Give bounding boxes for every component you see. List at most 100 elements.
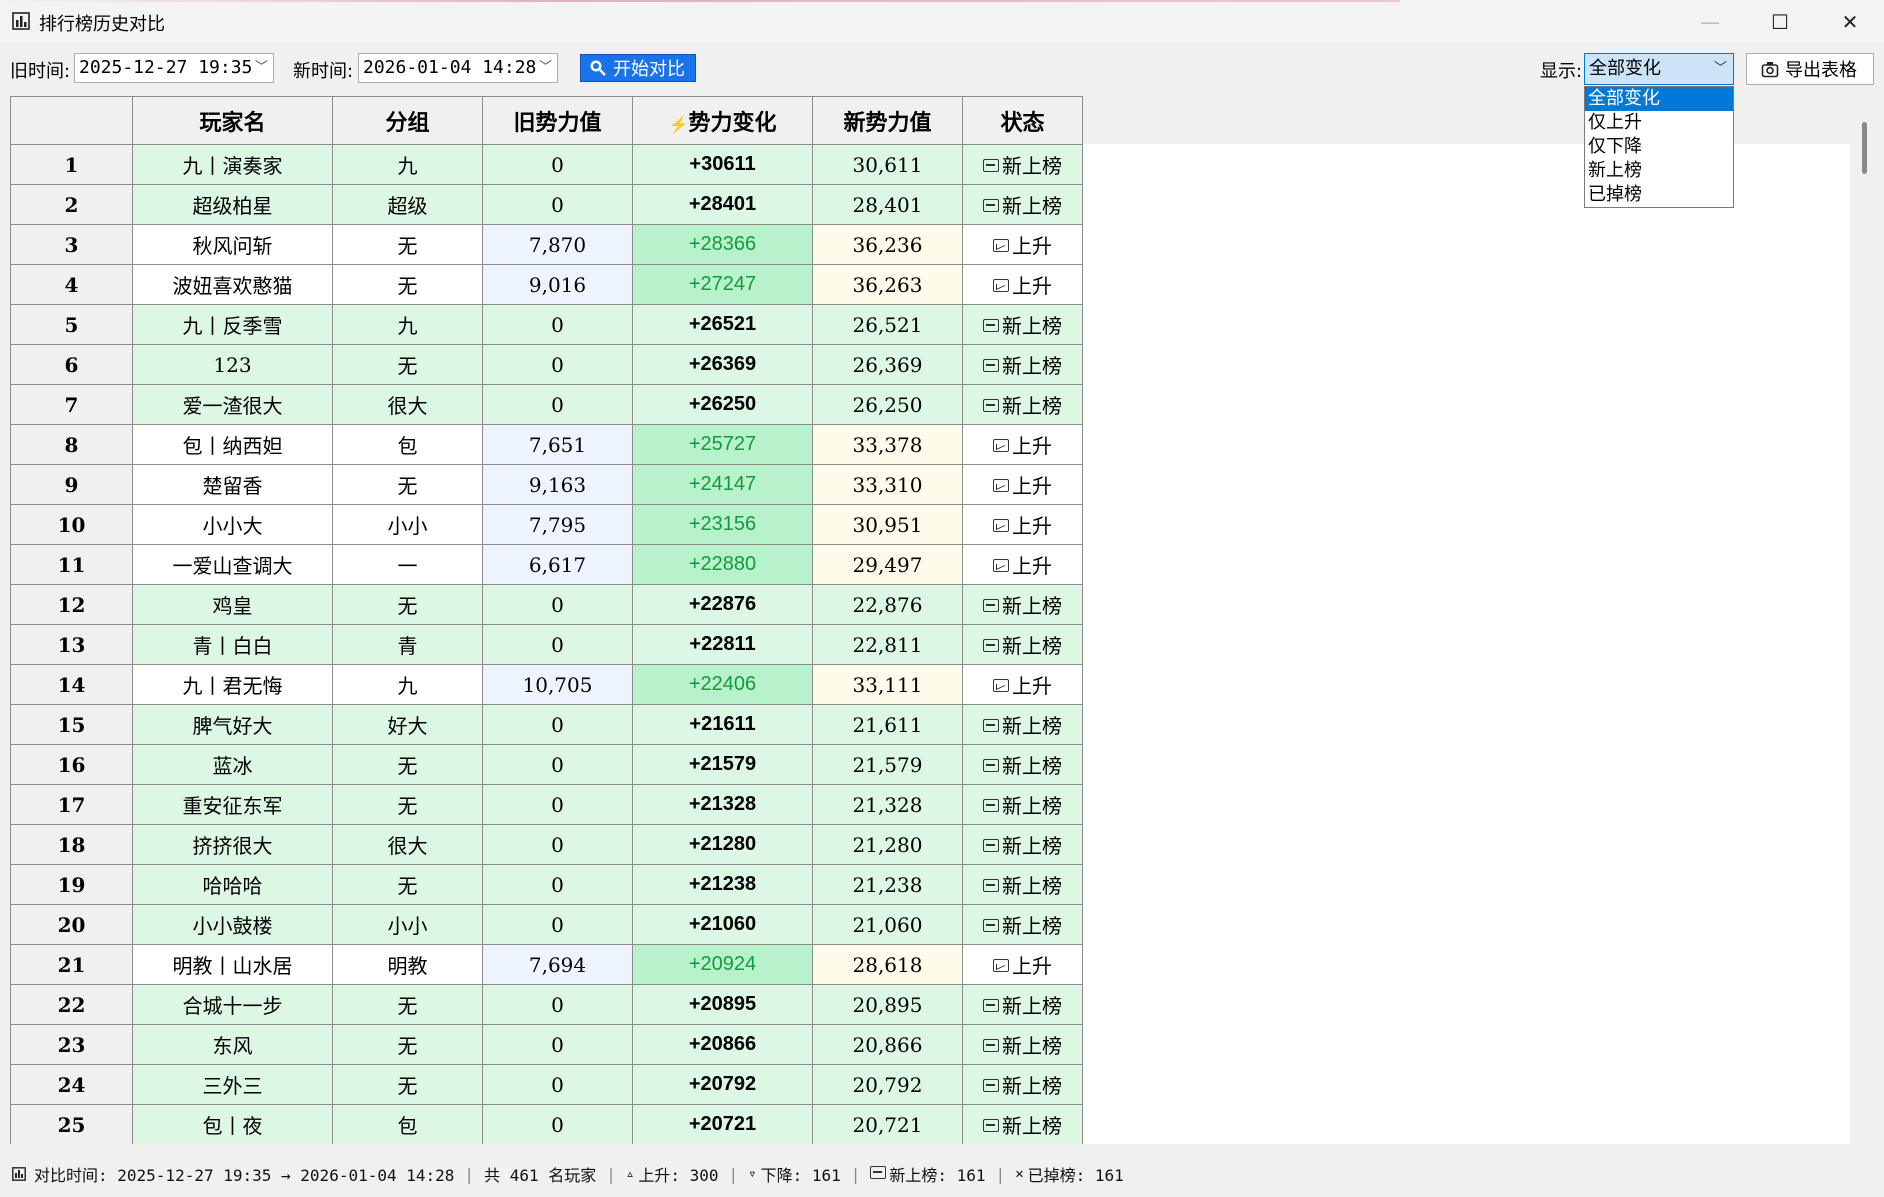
power-change-cell[interactable]: +30611 xyxy=(632,144,813,185)
old-power-cell[interactable]: 0 xyxy=(482,864,633,905)
new-power-cell[interactable]: 20,895 xyxy=(812,984,963,1025)
new-power-cell[interactable]: 21,328 xyxy=(812,784,963,825)
group-cell[interactable]: 很大 xyxy=(332,384,483,425)
new-power-cell[interactable]: 21,280 xyxy=(812,824,963,865)
group-cell[interactable]: 无 xyxy=(332,784,483,825)
player-name-cell[interactable]: 合城十一步 xyxy=(132,984,333,1025)
status-cell[interactable]: 上升 xyxy=(962,544,1083,585)
status-cell[interactable]: 新上榜 xyxy=(962,304,1083,345)
filter-option[interactable]: 已掉榜 xyxy=(1585,183,1733,207)
row-number[interactable]: 17 xyxy=(10,784,133,825)
status-cell[interactable]: 新上榜 xyxy=(962,784,1083,825)
old-power-cell[interactable]: 0 xyxy=(482,904,633,945)
old-power-cell[interactable]: 0 xyxy=(482,184,633,225)
group-cell[interactable]: 明教 xyxy=(332,944,483,985)
table-row[interactable]: 16 蓝冰无 0 +21579 21,579 新上榜 xyxy=(10,744,1083,785)
filter-option[interactable]: 仅上升 xyxy=(1585,111,1733,135)
group-cell[interactable]: 小小 xyxy=(332,904,483,945)
new-power-cell[interactable]: 21,238 xyxy=(812,864,963,905)
row-number[interactable]: 2 xyxy=(10,184,133,225)
new-power-cell[interactable]: 28,401 xyxy=(812,184,963,225)
status-cell[interactable]: 新上榜 xyxy=(962,344,1083,385)
new-power-cell[interactable]: 36,263 xyxy=(812,264,963,305)
old-power-cell[interactable]: 9,016 xyxy=(482,264,633,305)
status-cell[interactable]: 上升 xyxy=(962,944,1083,985)
power-change-cell[interactable]: +26521 xyxy=(632,304,813,345)
old-power-cell[interactable]: 0 xyxy=(482,1064,633,1105)
old-power-cell[interactable]: 0 xyxy=(482,984,633,1025)
old-power-cell[interactable]: 0 xyxy=(482,624,633,665)
header-status[interactable]: 状态 xyxy=(962,96,1083,145)
status-cell[interactable]: 新上榜 xyxy=(962,1064,1083,1105)
row-number[interactable]: 22 xyxy=(10,984,133,1025)
power-change-cell[interactable]: +22811 xyxy=(632,624,813,665)
filter-option[interactable]: 新上榜 xyxy=(1585,159,1733,183)
table-row[interactable]: 8 包丨纳西妲包 7,651 +25727 33,378 上升 xyxy=(10,424,1083,465)
old-power-cell[interactable]: 0 xyxy=(482,824,633,865)
table-row[interactable]: 23 东风无 0 +20866 20,866 新上榜 xyxy=(10,1024,1083,1065)
player-name-cell[interactable]: 三外三 xyxy=(132,1064,333,1105)
old-power-cell[interactable]: 0 xyxy=(482,1024,633,1065)
vertical-scrollbar[interactable] xyxy=(1856,96,1876,1144)
old-power-cell[interactable]: 10,705 xyxy=(482,664,633,705)
table-row[interactable]: 21 明教丨山水居 明教 7,694 +20924 28,618 上升 xyxy=(10,944,1083,985)
row-number[interactable]: 20 xyxy=(10,904,133,945)
status-cell[interactable]: 新上榜 xyxy=(962,384,1083,425)
status-cell[interactable]: 上升 xyxy=(962,664,1083,705)
group-cell[interactable]: 青 xyxy=(332,624,483,665)
player-name-cell[interactable]: 一爱山查调大 xyxy=(132,544,333,585)
player-name-cell[interactable]: 重安征东军 xyxy=(132,784,333,825)
new-power-cell[interactable]: 29,497 xyxy=(812,544,963,585)
table-row[interactable]: 1 九丨演奏家九 0 +30611 30,611 新上榜 xyxy=(10,144,1083,185)
row-number[interactable]: 6 xyxy=(10,344,133,385)
old-power-cell[interactable]: 0 xyxy=(482,784,633,825)
group-cell[interactable]: 无 xyxy=(332,1064,483,1105)
new-power-cell[interactable]: 21,611 xyxy=(812,704,963,745)
power-change-cell[interactable]: +21328 xyxy=(632,784,813,825)
row-number[interactable]: 10 xyxy=(10,504,133,545)
row-number[interactable]: 21 xyxy=(10,944,133,985)
table-row[interactable]: 9 楚留香无 9,163 +24147 33,310 上升 xyxy=(10,464,1083,505)
old-power-cell[interactable]: 6,617 xyxy=(482,544,633,585)
power-change-cell[interactable]: +28401 xyxy=(632,184,813,225)
player-name-cell[interactable]: 九丨反季雪 xyxy=(132,304,333,345)
scrollbar-thumb[interactable] xyxy=(1862,122,1867,174)
status-cell[interactable]: 上升 xyxy=(962,264,1083,305)
header-group[interactable]: 分组 xyxy=(332,96,483,145)
power-change-cell[interactable]: +20721 xyxy=(632,1104,813,1144)
row-number[interactable]: 12 xyxy=(10,584,133,625)
header-power-change[interactable]: ⚡势力变化 xyxy=(632,96,813,145)
group-cell[interactable]: 一 xyxy=(332,544,483,585)
row-number[interactable]: 1 xyxy=(10,144,133,185)
old-time-select[interactable]: 2025-12-27 19:35 ﹀ xyxy=(74,53,274,83)
minimize-button[interactable]: — xyxy=(1675,0,1745,43)
player-name-cell[interactable]: 波妞喜欢憨猫 xyxy=(132,264,333,305)
status-cell[interactable]: 新上榜 xyxy=(962,584,1083,625)
power-change-cell[interactable]: +21611 xyxy=(632,704,813,745)
status-cell[interactable]: 新上榜 xyxy=(962,704,1083,745)
table-row[interactable]: 7 爱一渣很大 很大 0 +26250 26,250 新上榜 xyxy=(10,384,1083,425)
power-change-cell[interactable]: +23156 xyxy=(632,504,813,545)
group-cell[interactable]: 无 xyxy=(332,744,483,785)
power-change-cell[interactable]: +20924 xyxy=(632,944,813,985)
new-power-cell[interactable]: 22,876 xyxy=(812,584,963,625)
player-name-cell[interactable]: 123 xyxy=(132,344,333,385)
player-name-cell[interactable]: 爱一渣很大 xyxy=(132,384,333,425)
power-change-cell[interactable]: +20895 xyxy=(632,984,813,1025)
group-cell[interactable]: 无 xyxy=(332,344,483,385)
new-power-cell[interactable]: 20,721 xyxy=(812,1104,963,1144)
power-change-cell[interactable]: +21060 xyxy=(632,904,813,945)
new-power-cell[interactable]: 21,060 xyxy=(812,904,963,945)
row-number[interactable]: 8 xyxy=(10,424,133,465)
status-cell[interactable]: 新上榜 xyxy=(962,864,1083,905)
table-row[interactable]: 20 小小鼓楼 小小 0 +21060 21,060 新上榜 xyxy=(10,904,1083,945)
close-button[interactable]: ✕ xyxy=(1815,0,1884,43)
table-row[interactable]: 6 123 无 0 +26369 26,369 新上榜 xyxy=(10,344,1083,385)
status-cell[interactable]: 新上榜 xyxy=(962,984,1083,1025)
group-cell[interactable]: 九 xyxy=(332,304,483,345)
group-cell[interactable]: 很大 xyxy=(332,824,483,865)
player-name-cell[interactable]: 鸡皇 xyxy=(132,584,333,625)
status-cell[interactable]: 新上榜 xyxy=(962,1104,1083,1144)
row-number[interactable]: 7 xyxy=(10,384,133,425)
row-number[interactable]: 23 xyxy=(10,1024,133,1065)
